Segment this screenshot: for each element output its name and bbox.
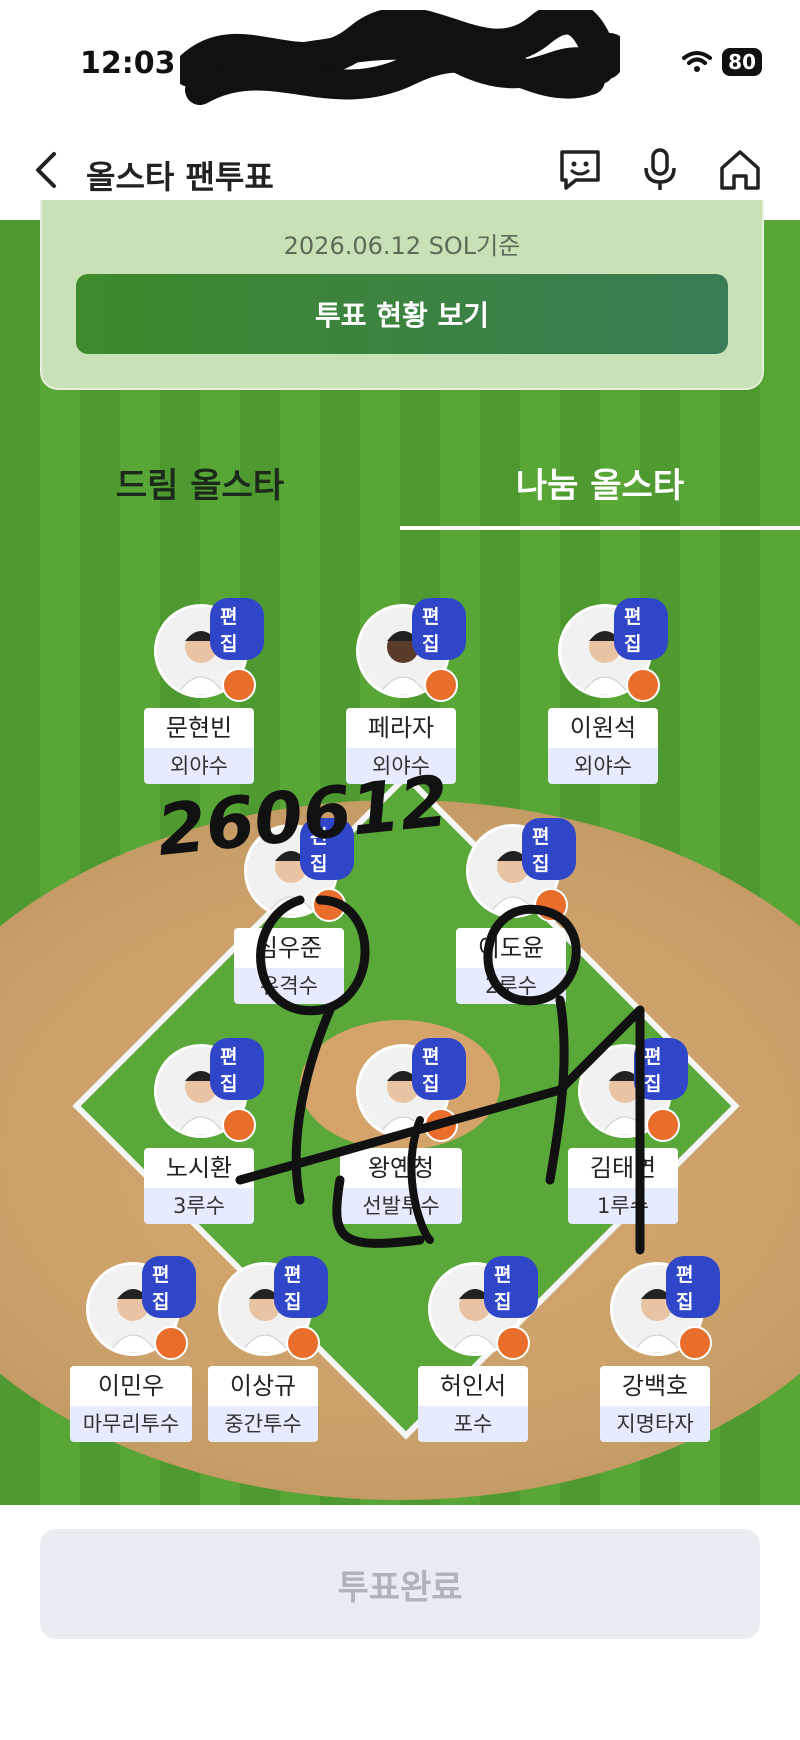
summary-date: 2026.06.12 SOL기준 xyxy=(283,232,521,260)
team-logo xyxy=(678,1326,712,1360)
status-bar: 12:03 80 xyxy=(0,0,800,120)
edit-button[interactable]: 편집 xyxy=(142,1256,196,1318)
team-logo xyxy=(222,668,256,702)
player-name: 심우준 xyxy=(234,928,344,968)
edit-button[interactable]: 편집 xyxy=(614,598,668,660)
player-name: 이상규 xyxy=(208,1366,318,1406)
player-position: 지명타자 xyxy=(600,1406,710,1442)
edit-button[interactable]: 편집 xyxy=(210,598,264,660)
player-position: 외야수 xyxy=(346,748,456,784)
player-card[interactable]: 편집 심우준 유격수 xyxy=(224,818,354,1024)
team-logo xyxy=(222,1108,256,1142)
team-logo xyxy=(312,888,346,922)
player-position: 3루수 xyxy=(144,1188,254,1224)
battery-indicator: 80 xyxy=(722,48,762,76)
edit-button[interactable]: 편집 xyxy=(300,818,354,880)
team-logo xyxy=(646,1108,680,1142)
edit-button[interactable]: 편집 xyxy=(634,1038,688,1100)
player-name: 김태연 xyxy=(568,1148,678,1188)
player-name: 이도윤 xyxy=(456,928,566,968)
player-card[interactable]: 편집 김태연 1루수 xyxy=(558,1038,688,1244)
player-name: 이민우 xyxy=(70,1366,192,1406)
tab-nanum-allstar[interactable]: 나눔 올스타 xyxy=(400,458,800,507)
player-name: 왕옌청 xyxy=(340,1148,462,1188)
team-logo xyxy=(626,668,660,702)
team-logo xyxy=(424,668,458,702)
player-card[interactable]: 편집 이상규 중간투수 xyxy=(198,1256,328,1462)
player-card[interactable]: 편집 이민우 마무리투수 xyxy=(66,1256,196,1462)
status-time: 12:03 xyxy=(80,46,176,81)
back-icon[interactable] xyxy=(30,150,66,190)
player-name: 강백호 xyxy=(600,1366,710,1406)
team-logo xyxy=(534,888,568,922)
player-position: 2루수 xyxy=(456,968,566,1004)
edit-button[interactable]: 편집 xyxy=(412,598,466,660)
player-position: 외야수 xyxy=(144,748,254,784)
tab-dream-allstar[interactable]: 드림 올스타 xyxy=(0,458,400,507)
edit-button[interactable]: 편집 xyxy=(484,1256,538,1318)
redaction-scribble xyxy=(180,10,620,105)
edit-button[interactable]: 편집 xyxy=(522,818,576,880)
player-position: 1루수 xyxy=(568,1188,678,1224)
player-card[interactable]: 편집 허인서 포수 xyxy=(408,1256,538,1462)
page-title: 올스타 팬투표 xyxy=(86,158,274,196)
player-position: 마무리투수 xyxy=(70,1406,192,1442)
player-card[interactable]: 편집 이원석 외야수 xyxy=(538,598,668,804)
player-name: 허인서 xyxy=(418,1366,528,1406)
player-position: 선발투수 xyxy=(340,1188,462,1224)
player-name: 페라자 xyxy=(346,708,456,748)
team-logo xyxy=(286,1326,320,1360)
chatbot-icon[interactable] xyxy=(556,146,604,194)
player-card[interactable]: 편집 이도윤 2루수 xyxy=(446,818,576,1024)
microphone-icon[interactable] xyxy=(636,146,684,194)
player-card[interactable]: 편집 문현빈 외야수 xyxy=(134,598,264,804)
team-logo xyxy=(154,1326,188,1360)
edit-button[interactable]: 편집 xyxy=(666,1256,720,1318)
player-card[interactable]: 편집 왕옌청 선발투수 xyxy=(336,1038,466,1244)
edit-button[interactable]: 편집 xyxy=(210,1038,264,1100)
home-icon[interactable] xyxy=(716,146,764,194)
team-logo xyxy=(496,1326,530,1360)
team-logo xyxy=(424,1108,458,1142)
player-position: 중간투수 xyxy=(208,1406,318,1442)
player-name: 이원석 xyxy=(548,708,658,748)
footer: 투표완료 xyxy=(0,1505,800,1740)
edit-button[interactable]: 편집 xyxy=(412,1038,466,1100)
view-vote-status-button[interactable]: 투표 현황 보기 xyxy=(76,274,728,354)
wifi-icon xyxy=(682,51,713,72)
active-tab-indicator xyxy=(400,526,800,530)
vote-summary-card: 2026.06.12 SOL기준 투표 현황 보기 xyxy=(40,200,764,390)
allstar-tabs: 드림 올스타 나눔 올스타 xyxy=(0,440,800,530)
player-name: 문현빈 xyxy=(144,708,254,748)
player-card[interactable]: 편집 강백호 지명타자 xyxy=(590,1256,720,1462)
player-card[interactable]: 편집 노시환 3루수 xyxy=(134,1038,264,1244)
vote-complete-button[interactable]: 투표완료 xyxy=(40,1529,760,1639)
player-position: 유격수 xyxy=(234,968,344,1004)
player-card[interactable]: 편집 페라자 외야수 xyxy=(336,598,466,804)
player-position: 포수 xyxy=(418,1406,528,1442)
player-name: 노시환 xyxy=(144,1148,254,1188)
player-position: 외야수 xyxy=(548,748,658,784)
edit-button[interactable]: 편집 xyxy=(274,1256,328,1318)
